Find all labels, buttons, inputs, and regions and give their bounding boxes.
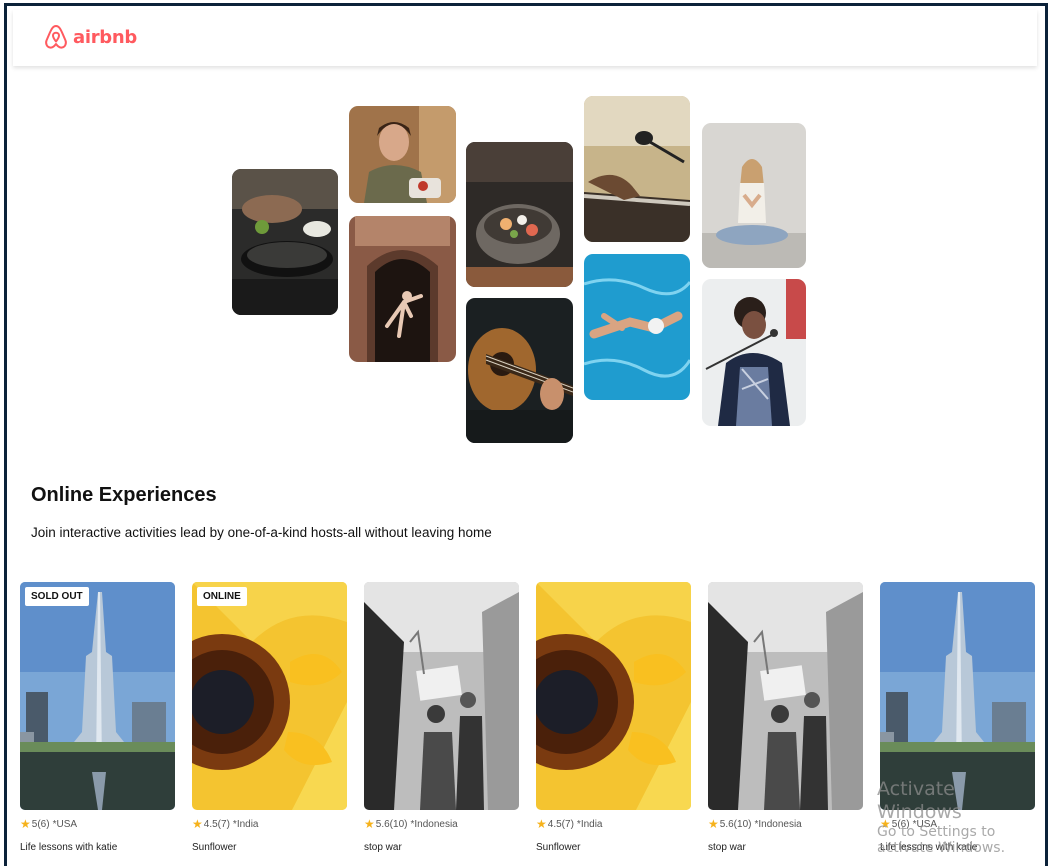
star-icon: ★ [20,817,31,831]
location: Indonesia [414,818,458,830]
card-title[interactable]: Sunflower [536,842,691,853]
review-count: (7) [561,818,574,830]
section-title: Online Experiences [31,484,217,506]
card-stats: ★ 5.6 (10) * Indonesia [364,817,519,831]
review-count: (7) [217,818,230,830]
singer-photo [702,279,806,426]
card-title[interactable]: stop war [364,842,519,853]
star-icon: ★ [536,817,547,831]
status-badge: SOLD OUT [25,587,89,606]
woman-smiling-photo [349,106,456,203]
dancer-arch-photo [349,216,456,362]
sunflower-photo[interactable] [536,582,691,810]
top-navbar: airbnb [13,10,1037,66]
airbnb-logo[interactable]: airbnb [43,23,137,51]
review-count: (6) [37,818,50,830]
experience-card[interactable]: ★ 4.5 (7) * India Sunflower [536,582,691,853]
section-subtitle: Join interactive activities lead by one-… [31,525,492,540]
location: India [236,818,259,830]
card-stats: ★ 5 (6) * USA [20,817,175,831]
status-badge: ONLINE [197,587,247,606]
protest-photo[interactable] [708,582,863,810]
card-stats: ★ 4.5 (7) * India [536,817,691,831]
sunflower-photo[interactable]: ONLINE [192,582,347,810]
cooking-photo [232,169,338,315]
experience-card[interactable]: SOLD OUT ★ 5 (6) * USA Life lessons with… [20,582,175,853]
swimmer-photo [584,254,690,400]
brand-name: airbnb [73,26,137,48]
location: Indonesia [758,818,802,830]
activation-watermark: Activate Windows Go to Settings to activ… [877,778,1045,857]
card-title[interactable]: Life lessons with katie [20,842,175,853]
review-count: (10) [389,818,408,830]
star-icon: ★ [364,817,375,831]
card-stats: ★ 5.6 (10) * Indonesia [708,817,863,831]
watermark-line-1: Activate Windows [877,778,962,823]
protest-photo[interactable] [364,582,519,810]
experience-card[interactable]: ★ 5.6 (10) * Indonesia stop war [708,582,863,853]
card-title[interactable]: stop war [708,842,863,853]
rating: 5.6 [719,818,734,830]
experience-card[interactable]: ★ 5.6 (10) * Indonesia stop war [364,582,519,853]
food-bowl-photo [466,142,573,287]
yoga-photo [702,123,806,268]
airbnb-belo-icon [45,25,67,49]
rating: 5.6 [375,818,390,830]
burj-khalifa-photo[interactable] [880,582,1035,810]
watermark-line-2: Go to Settings to activate Windows. [877,823,1006,857]
location: India [580,818,603,830]
star-icon: ★ [192,817,203,831]
card-title[interactable]: Sunflower [192,842,347,853]
microphone-photo [584,96,690,242]
review-count: (10) [733,818,752,830]
page-frame: airbnb Online Experiences Join interacti… [4,3,1048,866]
rating: 4.5 [547,818,562,830]
guitar-photo [466,298,573,443]
location: USA [56,818,78,830]
burj-khalifa-photo[interactable]: SOLD OUT [20,582,175,810]
card-stats: ★ 4.5 (7) * India [192,817,347,831]
experience-card[interactable]: ONLINE ★ 4.5 (7) * India Sunflower [192,582,347,853]
star-icon: ★ [708,817,719,831]
rating: 4.5 [203,818,218,830]
